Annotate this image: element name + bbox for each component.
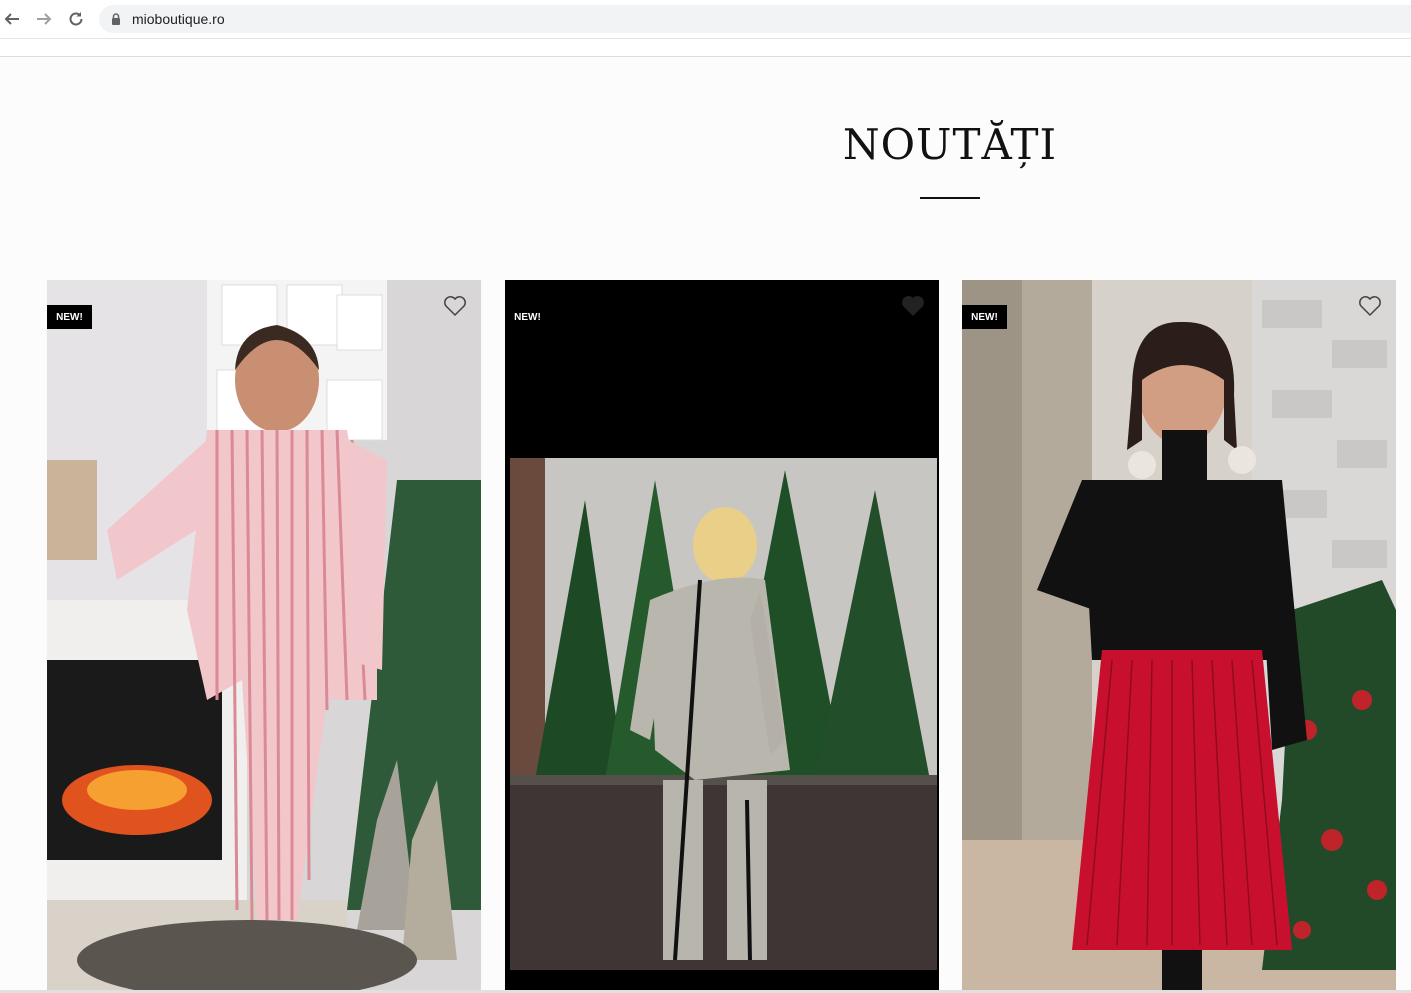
reload-button[interactable] (60, 3, 92, 35)
arrow-left-icon (4, 13, 19, 25)
product-card[interactable]: NEW! (47, 280, 481, 990)
section-title: NOUTĂȚI (842, 120, 1058, 169)
arrow-right-icon (37, 13, 52, 25)
product-card[interactable]: NEW! (505, 280, 939, 990)
url-text: mioboutique.ro (132, 11, 225, 27)
new-badge: NEW! (47, 305, 92, 329)
product-card[interactable]: NEW! (962, 280, 1396, 990)
product-image[interactable] (505, 280, 939, 990)
heart-icon[interactable] (443, 295, 467, 317)
product-image[interactable] (47, 280, 481, 990)
forward-button[interactable] (28, 3, 60, 35)
back-button[interactable] (0, 3, 28, 35)
title-divider (920, 197, 980, 199)
new-badge: NEW! (505, 305, 550, 329)
address-bar[interactable]: mioboutique.ro (99, 5, 1411, 33)
heart-icon[interactable] (901, 295, 925, 317)
browser-toolbar: mioboutique.ro (0, 0, 1411, 38)
heart-icon[interactable] (1358, 295, 1382, 317)
lock-icon (111, 13, 121, 25)
site-header-strip (0, 38, 1411, 57)
product-image[interactable] (962, 280, 1396, 990)
new-badge: NEW! (962, 305, 1007, 329)
reload-icon (69, 12, 83, 26)
